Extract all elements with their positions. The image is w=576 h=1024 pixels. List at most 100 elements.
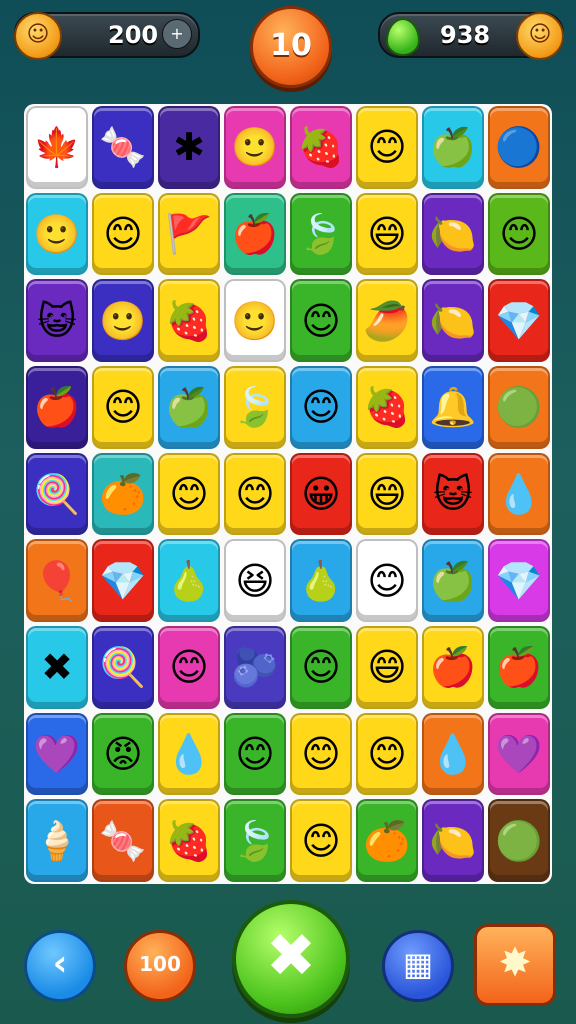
tile[interactable]: 🍋: [422, 192, 484, 276]
menu-grid-button[interactable]: ▦: [382, 930, 454, 1002]
tile[interactable]: 😡: [92, 712, 154, 796]
tile[interactable]: 😊: [290, 799, 352, 882]
tile[interactable]: 🍃: [290, 192, 352, 276]
tile[interactable]: 🎈: [26, 539, 88, 622]
tile-symbol: 🍏: [429, 125, 477, 170]
tile[interactable]: 😊: [224, 452, 286, 536]
tile-symbol: 🫐: [231, 645, 279, 690]
tile[interactable]: 🍏: [422, 539, 484, 622]
tile-symbol: ✖: [41, 645, 73, 690]
tile[interactable]: 🍓: [356, 366, 418, 449]
tile[interactable]: ✱: [158, 106, 220, 189]
tile[interactable]: 😺: [26, 279, 88, 362]
tile-symbol: 🙂: [99, 298, 147, 343]
tile-symbol: 😊: [367, 731, 407, 776]
tile[interactable]: 🍎: [26, 366, 88, 449]
tile[interactable]: 😊: [290, 626, 352, 709]
tile[interactable]: 😄: [356, 192, 418, 276]
tile-symbol: 🍊: [99, 471, 147, 516]
tile[interactable]: 🚩: [158, 192, 220, 276]
tile[interactable]: 🍭: [26, 452, 88, 536]
tile[interactable]: 🍋: [422, 279, 484, 362]
tile[interactable]: 😄: [356, 626, 418, 709]
tile[interactable]: 🍓: [158, 799, 220, 882]
tile-symbol: 😊: [103, 385, 143, 430]
tile[interactable]: 💎: [488, 539, 550, 622]
tile[interactable]: 🍬: [92, 106, 154, 189]
tile[interactable]: ✖: [26, 626, 88, 709]
tile[interactable]: 😊: [92, 366, 154, 449]
gem-counter: 938 ☺: [378, 12, 564, 60]
tile-symbol: 🍬: [99, 125, 147, 170]
tile[interactable]: 🍎: [488, 626, 550, 709]
coin-icon: ☺: [14, 12, 62, 60]
tile[interactable]: 😊: [290, 712, 352, 796]
tile[interactable]: 🍎: [224, 192, 286, 276]
tile[interactable]: 🍃: [224, 799, 286, 882]
tile[interactable]: 🍬: [92, 799, 154, 882]
tile[interactable]: 🍊: [356, 799, 418, 882]
tile[interactable]: 😊: [92, 192, 154, 276]
tile[interactable]: 😊: [224, 712, 286, 796]
tile-symbol: 💎: [495, 298, 543, 343]
tile[interactable]: 😄: [356, 452, 418, 536]
tile[interactable]: 🍐: [158, 539, 220, 622]
tile[interactable]: 🍏: [158, 366, 220, 449]
tile[interactable]: 😊: [488, 192, 550, 276]
tile[interactable]: 🙂: [224, 106, 286, 189]
tile[interactable]: 🍦: [26, 799, 88, 882]
tile[interactable]: 😊: [290, 366, 352, 449]
tile[interactable]: 😊: [356, 539, 418, 622]
tile[interactable]: 🔔: [422, 366, 484, 449]
tile[interactable]: 💧: [422, 712, 484, 796]
tile[interactable]: 😀: [290, 452, 352, 536]
tile-symbol: 💧: [429, 731, 477, 776]
tile-symbol: 🥭: [363, 298, 411, 343]
tile[interactable]: 🍊: [92, 452, 154, 536]
tile-symbol: 🙂: [231, 298, 279, 343]
tile[interactable]: 🙂: [26, 192, 88, 276]
tile[interactable]: 💧: [488, 452, 550, 536]
tile[interactable]: 😊: [356, 106, 418, 189]
tile[interactable]: 🔵: [488, 106, 550, 189]
tile[interactable]: 🍋: [422, 799, 484, 882]
tile[interactable]: 🍏: [422, 106, 484, 189]
tile[interactable]: 😊: [356, 712, 418, 796]
tile-symbol: 🍓: [363, 385, 411, 430]
tile-symbol: 🙂: [231, 125, 279, 170]
tile[interactable]: 💜: [488, 712, 550, 796]
tile-symbol: 🍃: [231, 385, 279, 430]
tile-symbol: 🟢: [495, 385, 543, 430]
tile[interactable]: 💜: [26, 712, 88, 796]
tile[interactable]: 🙂: [224, 279, 286, 362]
tile[interactable]: 💎: [488, 279, 550, 362]
tile[interactable]: 😊: [158, 626, 220, 709]
tile[interactable]: 🥭: [356, 279, 418, 362]
tile[interactable]: 💎: [92, 539, 154, 622]
back-button[interactable]: ‹: [24, 930, 96, 1002]
tile[interactable]: 🫐: [224, 626, 286, 709]
profile-coin-icon[interactable]: ☺: [516, 12, 564, 60]
tile[interactable]: 😊: [158, 452, 220, 536]
game-board: 🍁 🍬 ✱ 🙂 🍓 😊 🍏 🔵 🙂 😊 🚩 🍎 🍃 😄 🍋 😊 😺 🙂 🍓 🙂 😊 🥭 🍋 💎 🍎 😊 🍏 🍃 😊 🍓 🔔 🟢 🍭 🍊 😊 😊 😀 😄 😺 💧…: [24, 104, 552, 884]
tile[interactable]: 🍭: [92, 626, 154, 709]
tile[interactable]: 😺: [422, 452, 484, 536]
tile[interactable]: 🍓: [158, 279, 220, 362]
hint-button[interactable]: ✸: [474, 924, 556, 1006]
add-coins-button[interactable]: +: [162, 19, 192, 49]
score-button[interactable]: 100: [124, 930, 196, 1002]
tile[interactable]: 🍐: [290, 539, 352, 622]
shuffle-button[interactable]: ✖: [232, 900, 350, 1018]
tile[interactable]: 🍓: [290, 106, 352, 189]
tile[interactable]: 🍃: [224, 366, 286, 449]
tile[interactable]: 🟢: [488, 799, 550, 882]
tile[interactable]: 🙂: [92, 279, 154, 362]
tile[interactable]: 🟢: [488, 366, 550, 449]
tile[interactable]: 💧: [158, 712, 220, 796]
tile[interactable]: 😆: [224, 539, 286, 622]
tile[interactable]: 🍁: [26, 106, 88, 189]
tile-symbol: 🍎: [429, 645, 477, 690]
tile[interactable]: 😊: [290, 279, 352, 362]
tile[interactable]: 🍎: [422, 626, 484, 709]
tile-symbol: 💧: [165, 731, 213, 776]
